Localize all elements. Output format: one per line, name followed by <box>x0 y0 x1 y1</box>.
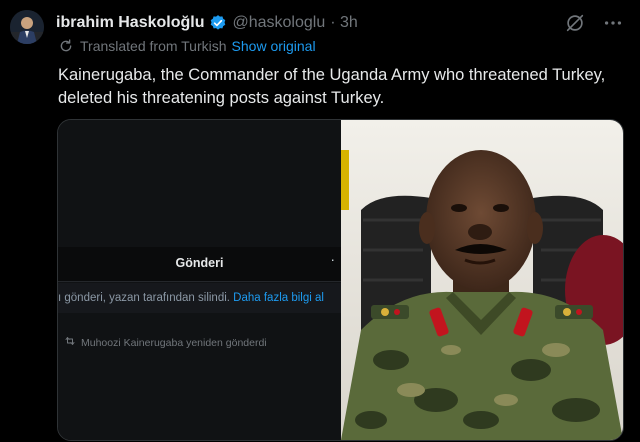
embedded-screenshot: Gönderi · ı gönderi, yazan tarafından si… <box>58 120 341 440</box>
repost-line: Muhoozi Kainerugaba yeniden gönderdi <box>64 335 267 350</box>
post-time[interactable]: · 3h <box>330 14 358 32</box>
avatar-image <box>10 10 44 44</box>
soldier-photo <box>341 120 623 440</box>
more-info-link: Daha fazla bilgi al <box>233 292 324 304</box>
tweet-actions-top <box>564 12 624 34</box>
translated-label: Translated from Turkish <box>80 38 227 54</box>
verified-badge-icon <box>209 14 227 32</box>
deleted-notice-text: ı gönderi, yazan tarafından silindi. <box>58 292 230 304</box>
author-name[interactable]: ibrahim Haskoloğlu <box>56 14 204 32</box>
embedded-menu-dot: · <box>330 251 335 267</box>
deleted-notice: ı gönderi, yazan tarafından silindi. Dah… <box>58 283 341 313</box>
tweet-text: Kainerugaba, the Commander of the Uganda… <box>58 66 606 107</box>
translation-note: Translated from Turkish Show original <box>58 38 316 54</box>
tweet-header: ibrahim Haskoloğlu @haskologlu · 3h <box>56 12 358 34</box>
show-original-link[interactable]: Show original <box>232 38 316 54</box>
translate-icon <box>58 38 74 54</box>
author-handle[interactable]: @haskologlu <box>232 14 325 32</box>
embedded-header: Gönderi · <box>58 247 341 282</box>
avatar[interactable] <box>10 10 44 44</box>
grok-icon[interactable] <box>564 12 586 34</box>
more-icon[interactable] <box>602 12 624 34</box>
repost-text: Muhoozi Kainerugaba yeniden gönderdi <box>81 336 267 349</box>
media-attachment[interactable]: Gönderi · ı gönderi, yazan tarafından si… <box>57 119 624 441</box>
repost-icon <box>64 335 76 350</box>
embedded-title: Gönderi <box>175 256 224 270</box>
